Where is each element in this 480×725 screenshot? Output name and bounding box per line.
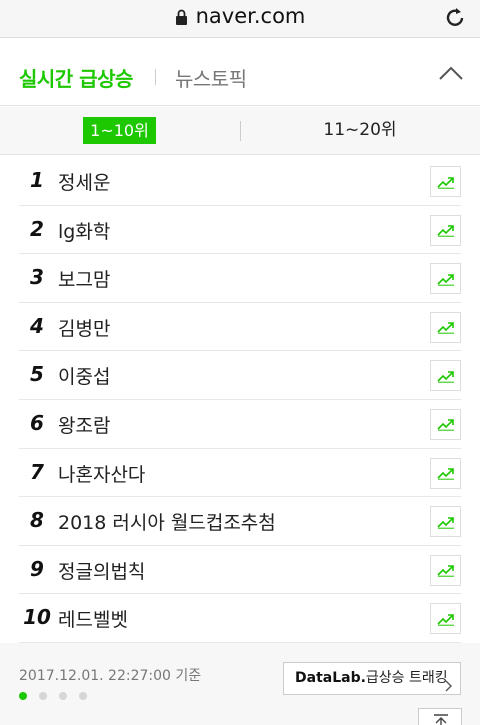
trend-chart-icon[interactable] xyxy=(430,408,461,440)
search-term[interactable]: 레드벨벳 xyxy=(58,605,128,632)
trend-chart-icon[interactable] xyxy=(430,603,461,635)
range-11-20-button[interactable]: 11~20위 xyxy=(300,117,420,144)
list-item[interactable]: 6 왕조람 xyxy=(19,400,461,449)
update-timestamp: 2017.12.01. 22:27:00 기준 xyxy=(19,668,202,684)
rank-number: 3 xyxy=(30,265,44,290)
rank-number: 1 xyxy=(30,168,44,192)
arrow-up-icon xyxy=(434,714,448,725)
page-dot[interactable] xyxy=(59,692,67,700)
rank-footer: 2017.12.01. 22:27:00 기준 DataLab.급상승 트래킹 xyxy=(0,643,480,725)
list-item[interactable]: 2 lg화학 xyxy=(19,206,461,255)
list-item[interactable]: 1 정세운 xyxy=(19,157,461,206)
trend-chart-icon[interactable] xyxy=(430,554,461,586)
trend-chart-icon[interactable] xyxy=(430,311,461,343)
list-item[interactable]: 10 레드벨벳 xyxy=(19,594,461,643)
chevron-right-icon xyxy=(445,673,452,704)
page-indicator xyxy=(19,692,87,700)
search-term[interactable]: 나혼자산다 xyxy=(58,460,145,487)
rank-number: 9 xyxy=(30,556,44,581)
rank-list: 1 정세운 2 lg화학 3 보그맘 4 김병만 5 이중섭 6 왕조람 7 나… xyxy=(0,157,480,643)
datalab-label: 급상승 트래킹 xyxy=(365,670,448,686)
rank-number: 2 xyxy=(30,216,44,241)
list-item[interactable]: 9 정글의법칙 xyxy=(19,546,461,595)
list-item[interactable]: 8 2018 러시아 월드컵조추첨 xyxy=(19,497,461,546)
rank-number: 10 xyxy=(23,605,51,630)
list-item[interactable]: 4 김병만 xyxy=(19,303,461,352)
datalab-tracking-button[interactable]: DataLab.급상승 트래킹 xyxy=(283,662,461,695)
scroll-top-button[interactable] xyxy=(418,708,462,725)
search-term[interactable]: 정글의법칙 xyxy=(58,557,145,584)
rank-number: 6 xyxy=(30,410,44,435)
search-term[interactable]: 왕조람 xyxy=(58,411,110,438)
trend-chart-icon[interactable] xyxy=(430,263,461,295)
browser-address-bar[interactable]: naver.com xyxy=(0,0,480,38)
tab-divider xyxy=(155,69,156,85)
trend-chart-icon[interactable] xyxy=(430,166,461,197)
search-term[interactable]: 보그맘 xyxy=(58,265,110,292)
trend-chart-icon[interactable] xyxy=(430,457,461,489)
range-1-10-button[interactable]: 1~10위 xyxy=(83,117,156,144)
reload-icon[interactable] xyxy=(444,5,466,33)
trend-chart-icon[interactable] xyxy=(430,506,461,538)
list-item[interactable]: 7 나혼자산다 xyxy=(19,449,461,498)
trend-chart-icon[interactable] xyxy=(430,214,461,246)
page-dot-active[interactable] xyxy=(19,692,27,700)
datalab-logo: DataLab. xyxy=(295,670,366,686)
search-term[interactable]: 정세운 xyxy=(58,168,110,195)
rank-number: 7 xyxy=(30,459,44,484)
page-dot[interactable] xyxy=(79,692,87,700)
search-term[interactable]: 2018 러시아 월드컵조추첨 xyxy=(58,508,276,535)
chevron-up-icon[interactable] xyxy=(438,65,464,85)
range-divider xyxy=(240,121,241,141)
rank-number: 4 xyxy=(30,313,44,338)
rank-tabs: 실시간 급상승 뉴스토픽 xyxy=(0,50,480,106)
tab-realtime[interactable]: 실시간 급상승 xyxy=(19,63,133,92)
lock-icon xyxy=(175,6,188,30)
range-selector: 1~10위 11~20위 xyxy=(0,107,480,155)
search-term[interactable]: 김병만 xyxy=(58,314,110,341)
url-text: naver.com xyxy=(195,4,306,28)
rank-number: 8 xyxy=(30,508,44,533)
trend-chart-icon[interactable] xyxy=(430,360,461,392)
rank-number: 5 xyxy=(30,362,44,387)
list-item[interactable]: 3 보그맘 xyxy=(19,254,461,303)
page-dot[interactable] xyxy=(39,692,47,700)
url-display[interactable]: naver.com xyxy=(0,4,480,30)
search-term[interactable]: lg화학 xyxy=(58,217,110,244)
list-item[interactable]: 5 이중섭 xyxy=(19,351,461,400)
search-term[interactable]: 이중섭 xyxy=(58,362,110,389)
tab-news-topic[interactable]: 뉴스토픽 xyxy=(175,63,247,92)
